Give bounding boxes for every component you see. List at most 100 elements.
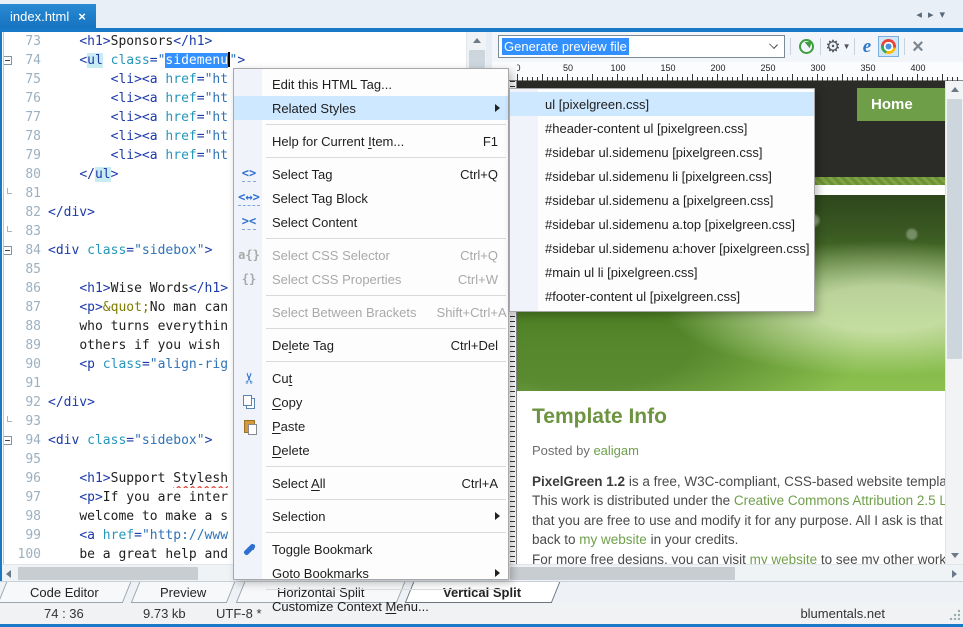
submenu-item-style-sidebar-ul-sidemenu-a-top[interactable]: #sidebar ul.sidemenu a.top [pixelgreen.c… [510,212,814,236]
text-link[interactable]: my website [750,552,818,564]
line-number: 90 [16,355,48,374]
submenu-item-style-footer-content-ul[interactable]: #footer-content ul [pixelgreen.css] [510,284,814,308]
submenu-item-style-main-ul-li[interactable]: #main ul li [pixelgreen.css] [510,260,814,284]
scroll-right-icon[interactable] [946,565,963,582]
close-tab-icon[interactable]: × [78,9,86,24]
paragraph-line: This work is distributed under the Creat… [532,491,945,510]
scroll-up-icon[interactable] [946,81,963,98]
internet-explorer-icon: e [863,36,871,58]
ruler-label: 400 [910,63,925,73]
line-number: 89 [16,336,48,355]
home-nav-button[interactable]: Home [857,88,945,121]
menu-item-cut[interactable]: ✂Cut [234,366,508,390]
document-tab-bar: index.html × ◂▸▾ [0,0,963,28]
text-link[interactable]: my website [579,532,647,547]
template-description: PixelGreen 1.2 is a free, W3C-compliant,… [532,472,945,564]
text-link[interactable]: Creative Commons Attribution 2.5 License… [734,493,945,508]
posted-by-line: Posted by ealigam [532,443,945,458]
submenu-arrow-icon [495,569,500,577]
internet-explorer-button[interactable]: e [858,36,876,57]
menu-separator [266,157,506,158]
scroll-up-icon[interactable] [467,32,486,49]
cut-icon: ✂ [236,366,262,390]
menu-item-edit-html-tag[interactable]: Edit this HTML Tag... [234,72,508,96]
menu-separator [266,589,506,590]
dropdown-caret-icon: ▼ [843,42,851,51]
scroll-right-icon[interactable]: ▸ [928,9,940,21]
refresh-icon [799,39,814,54]
chevron-down-icon[interactable] [769,40,778,49]
menu-item-select-all[interactable]: Select AllCtrl+A [234,471,508,495]
scroll-left-icon[interactable]: ◂ [916,9,928,21]
tab-index-html[interactable]: index.html × [0,4,96,28]
menu-item-copy[interactable]: Copy [234,390,508,414]
menu-item-related-styles[interactable]: Related Styles [234,96,508,120]
resize-grip[interactable] [949,609,960,620]
chrome-engine-button[interactable] [878,36,899,57]
paragraph-line: For more free designs, you can visit my … [532,550,945,564]
menu-item-select-css-selector[interactable]: a{}Select CSS SelectorCtrl+Q [234,243,508,267]
menu-item-customize-context-menu[interactable]: Customize Context Menu... [234,594,508,618]
view-tab-code-editor[interactable]: Code Editor [0,582,131,603]
related-styles-submenu: ul [pixelgreen.css]#header-content ul [p… [509,88,815,312]
view-tab-preview[interactable]: Preview [131,582,236,603]
menu-item-help-current-item[interactable]: Help for Current Item...F1 [234,129,508,153]
line-number: 91 [16,374,48,393]
line-number: 97 [16,488,48,507]
combobox-value: Generate preview file [502,38,629,55]
submenu-item-style-sidebar-ul-sidemenu[interactable]: #sidebar ul.sidemenu [pixelgreen.css] [510,140,814,164]
menu-item-select-tag-block[interactable]: <↔>Select Tag Block [234,186,508,210]
submenu-item-style-sidebar-ul-sidemenu-li[interactable]: #sidebar ul.sidemenu li [pixelgreen.css] [510,164,814,188]
fold-toggle-icon[interactable] [3,436,12,445]
author-link[interactable]: ealigam [593,443,639,458]
scroll-down-icon[interactable] [946,547,963,564]
menu-separator [266,238,506,239]
scroll-left-icon[interactable] [0,565,17,582]
menu-item-toggle-bookmark[interactable]: Toggle Bookmark [234,537,508,561]
menu-item-select-tag[interactable]: <>Select TagCtrl+Q [234,162,508,186]
submenu-item-label: #footer-content ul [pixelgreen.css] [545,289,804,304]
close-preview-button[interactable]: × [908,36,928,57]
tab-list-icon[interactable]: ▾ [939,9,951,21]
tab-scroll-controls[interactable]: ◂▸▾ [916,8,951,21]
fold-toggle-icon[interactable] [3,246,12,255]
menu-item-label: Delete [272,443,498,458]
menu-item-select-between-brackets[interactable]: Select Between Brackets Shift+Ctrl+A [234,300,508,324]
menu-item-label: Edit this HTML Tag... [272,77,498,92]
submenu-arrow-icon [495,104,500,112]
menu-item-label: Select Between Brackets [272,305,417,320]
menu-item-delete-tag[interactable]: Delete TagCtrl+Del [234,333,508,357]
preview-mode-combobox[interactable]: Generate preview file [498,35,785,58]
menu-item-select-css-properties[interactable]: {}Select CSS PropertiesCtrl+W [234,267,508,291]
preview-settings-button[interactable]: ⚙▼ [824,36,852,57]
submenu-item-style-sidebar-ul-sidemenu-a-hover[interactable]: #sidebar ul.sidemenu a:hover [pixelgreen… [510,236,814,260]
fold-toggle-icon[interactable] [3,56,12,65]
paragraph-line: PixelGreen 1.2 is a free, W3C-compliant,… [532,472,945,491]
menu-item-selection[interactable]: Selection [234,504,508,528]
menu-item-select-content[interactable]: ><Select Content [234,210,508,234]
ruler-label: 250 [760,63,775,73]
preview-vertical-scrollbar[interactable] [945,81,963,564]
line-number: 92 [16,393,48,412]
menu-item-delete[interactable]: Delete [234,438,508,462]
line-number: 96 [16,469,48,488]
submenu-item-style-sidebar-ul-sidemenu-a[interactable]: #sidebar ul.sidemenu a [pixelgreen.css] [510,188,814,212]
line-number: 100 [16,545,48,564]
code-line[interactable]: 73 <h1>Sponsors</h1> [0,32,486,51]
ruler-label: 50 [563,63,573,73]
submenu-item-style-ul[interactable]: ul [pixelgreen.css] [510,92,814,116]
line-number: 78 [16,127,48,146]
menu-shortcut: Shift+Ctrl+A [437,305,507,320]
menu-item-paste[interactable]: Paste [234,414,508,438]
view-tab-label: Preview [160,585,206,600]
menu-item-label: Select All [272,476,442,491]
submenu-item-style-header-content-ul[interactable]: #header-content ul [pixelgreen.css] [510,116,814,140]
preview-vscroll-thumb[interactable] [947,99,962,359]
preview-horizontal-scrollbar[interactable] [492,564,963,581]
editor-hscroll-thumb[interactable] [18,567,198,580]
preview-hscroll-thumb[interactable] [510,567,735,580]
refresh-button[interactable] [795,36,817,57]
brand-text: blumentals.net [800,606,885,621]
menu-item-goto-bookmarks[interactable]: Goto Bookmarks [234,561,508,585]
line-number: 94 [16,431,48,450]
